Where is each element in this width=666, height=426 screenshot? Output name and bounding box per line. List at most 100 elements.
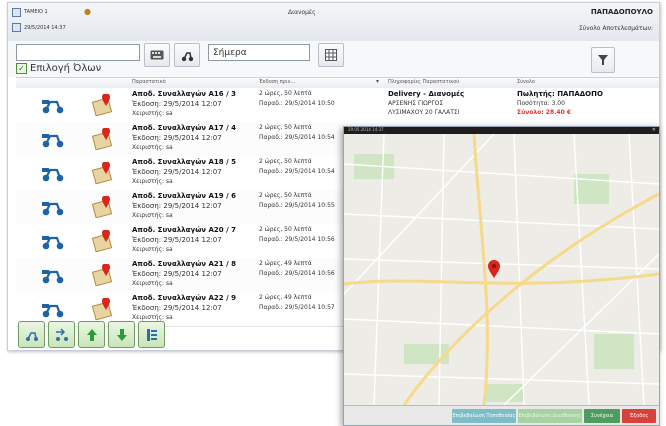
search-toolbar: Σήμερα ✓ Επιλογή Όλων xyxy=(8,41,659,77)
delivery-time: Παραδ.: 29/5/2014 10:50 xyxy=(259,100,335,107)
issued-date: Έκδοση: 29/5/2014 12:07 xyxy=(132,134,222,142)
map-pin-icon xyxy=(92,196,113,218)
dispatch-button[interactable] xyxy=(18,321,45,348)
elapsed-time: 2 ώρες, 49 λεπτά xyxy=(259,294,312,301)
issued-date: Έκδοση: 29/5/2014 12:07 xyxy=(132,202,222,210)
select-all-label: Επιλογή Όλων xyxy=(30,63,102,74)
close-icon[interactable]: ✕ xyxy=(652,127,656,133)
table-row[interactable]: Αποδ. Συναλλαγών A16 / 3 Έκδοση: 29/5/201… xyxy=(16,88,659,123)
salesperson-name: ΠΑΠΑΔΟΠΟΥΛΟ xyxy=(590,8,653,16)
cashier-label: Χειριστής: sa xyxy=(132,212,173,219)
map-pin-icon xyxy=(92,230,113,252)
scooter-return-icon xyxy=(55,327,68,341)
datetime-label: 29/5/2014 14:37 xyxy=(24,25,66,31)
cashier-label: Χειριστής: sa xyxy=(132,314,173,321)
move-up-button[interactable] xyxy=(78,321,105,348)
filter-icon xyxy=(598,55,608,65)
exit-button[interactable]: Έξοδος xyxy=(622,409,656,423)
list-icon xyxy=(146,328,157,341)
elapsed-time: 2 ώρες, 49 λεπτά xyxy=(259,260,312,267)
map-canvas[interactable] xyxy=(344,134,659,405)
elapsed-time: 2 ώρες, 50 λεπτά xyxy=(259,158,312,165)
bottom-toolbar xyxy=(16,321,216,349)
confirm-address-button: Επιβεβαίωση Διεύθυνσης xyxy=(518,409,582,423)
keyboard-button[interactable] xyxy=(144,43,170,67)
issued-date: Έκδοση: 29/5/2014 12:07 xyxy=(132,270,222,278)
document-title: Αποδ. Συναλλαγών A19 / 6 xyxy=(132,192,236,200)
arrow-down-icon xyxy=(116,328,127,341)
map-pin-icon xyxy=(92,298,113,320)
search-input[interactable] xyxy=(16,44,140,61)
document-title: Αποδ. Συναλλαγών A16 / 3 xyxy=(132,90,236,98)
map-title: 29.05.2014 14:37 xyxy=(348,127,384,132)
scooter-icon xyxy=(42,168,64,182)
customer-name: ΑΡΣΕΝΗΣ ΓΙΩΡΓΟΣ xyxy=(388,100,444,107)
calendar-small-icon xyxy=(12,23,21,32)
checkmark-icon: ✓ xyxy=(16,63,27,74)
calendar-icon xyxy=(325,49,337,61)
scooter-filter-button[interactable] xyxy=(174,43,200,67)
scooter-icon xyxy=(42,270,64,284)
scooter-icon xyxy=(42,236,64,250)
quantity-label: Ποσότητα: 3.00 xyxy=(517,100,565,107)
column-header-document[interactable]: Παραστατικό xyxy=(132,79,166,85)
map-pin-icon xyxy=(92,94,113,116)
scooter-icon xyxy=(42,134,64,148)
elapsed-time: 2 ώρες, 50 λεπτά xyxy=(259,192,312,199)
document-title: Αποδ. Συναλλαγών A20 / 7 xyxy=(132,226,236,234)
title-bar: TAMEIO 1 ● 29/5/2014 14:37 Διανομές ΠΑΠΑ… xyxy=(8,3,659,42)
map-button-bar: Επιβεβαίωση Τοποθεσίας Επιβεβαίωση Διεύθ… xyxy=(344,405,659,425)
issued-date: Έκδοση: 29/5/2014 12:07 xyxy=(132,304,222,312)
register-label: TAMEIO 1 xyxy=(24,9,48,15)
document-title: Αποδ. Συναλλαγών A17 / 4 xyxy=(132,124,236,132)
user-icon: ● xyxy=(84,7,91,16)
cashier-label: Χειριστής: sa xyxy=(132,280,173,287)
move-down-button[interactable] xyxy=(108,321,135,348)
issued-date: Έκδοση: 29/5/2014 12:07 xyxy=(132,100,222,108)
issued-date: Έκδοση: 29/5/2014 12:07 xyxy=(132,168,222,176)
register-icon xyxy=(12,8,21,17)
scooter-icon xyxy=(42,202,64,216)
calendar-button[interactable] xyxy=(318,43,344,67)
map-pin-icon xyxy=(92,264,113,286)
column-header-info[interactable]: Πληροφορίες Παραστατικού xyxy=(388,79,459,85)
total-amount: Σύνολο: 28.40 € xyxy=(517,109,572,116)
map-pin-icon xyxy=(92,128,113,150)
delivery-time: Παραδ.: 29/5/2014 10:54 xyxy=(259,134,335,141)
results-count-label: Σύνολο Αποτελεσμάτων: xyxy=(578,25,653,32)
cashier-label: Χειριστής: sa xyxy=(132,144,173,151)
confirm-location-button[interactable]: Επιβεβαίωση Τοποθεσίας xyxy=(452,409,516,423)
arrow-up-icon xyxy=(86,328,97,341)
document-title: Αποδ. Συναλλαγών A22 / 9 xyxy=(132,294,236,302)
scooter-icon xyxy=(181,52,194,62)
column-header-issued[interactable]: Έκδοση πριν... xyxy=(259,79,295,85)
select-all-checkbox[interactable]: ✓ Επιλογή Όλων xyxy=(16,63,101,74)
salesperson-label: Πωλητής: ΠΑΠΑΔΟΠΟ xyxy=(517,90,603,98)
scooter-out-icon xyxy=(25,331,38,341)
return-button[interactable] xyxy=(48,321,75,348)
elapsed-time: 2 ώρες, 50 λεπτά xyxy=(259,124,312,131)
filter-button[interactable] xyxy=(591,47,615,73)
elapsed-time: 2 ώρες, 50 λεπτά xyxy=(259,226,312,233)
module-title: Διανομές xyxy=(288,9,316,16)
delivery-time: Παραδ.: 29/5/2014 10:57 xyxy=(259,304,335,311)
continue-button[interactable]: Συνέχεια xyxy=(584,409,620,423)
delivery-time: Παραδ.: 29/5/2014 10:56 xyxy=(259,270,335,277)
cashier-label: Χειριστής: sa xyxy=(132,246,173,253)
elapsed-time: 2 ώρες, 50 λεπτά xyxy=(259,90,312,97)
column-header-total[interactable]: Σύνολο xyxy=(517,79,535,85)
document-title: Αποδ. Συναλλαγών A18 / 5 xyxy=(132,158,236,166)
delivery-time: Παραδ.: 29/5/2014 10:54 xyxy=(259,168,335,175)
delivery-time: Παραδ.: 29/5/2014 10:55 xyxy=(259,202,335,209)
map-window: 29.05.2014 14:37 ✕ Επιβεβαίωση Τοποθεσία… xyxy=(343,126,660,426)
sort-arrow-icon: ▾ xyxy=(376,78,380,85)
keyboard-icon xyxy=(150,50,164,60)
issued-date: Έκδοση: 29/5/2014 12:07 xyxy=(132,236,222,244)
map-title-bar: 29.05.2014 14:37 ✕ xyxy=(344,127,659,134)
date-filter-input[interactable]: Σήμερα xyxy=(208,44,310,61)
scooter-icon xyxy=(42,100,64,114)
scooter-icon xyxy=(42,304,64,318)
list-view-button[interactable] xyxy=(138,321,165,348)
cashier-label: Χειριστής: sa xyxy=(132,178,173,185)
map-pin-icon xyxy=(92,162,113,184)
